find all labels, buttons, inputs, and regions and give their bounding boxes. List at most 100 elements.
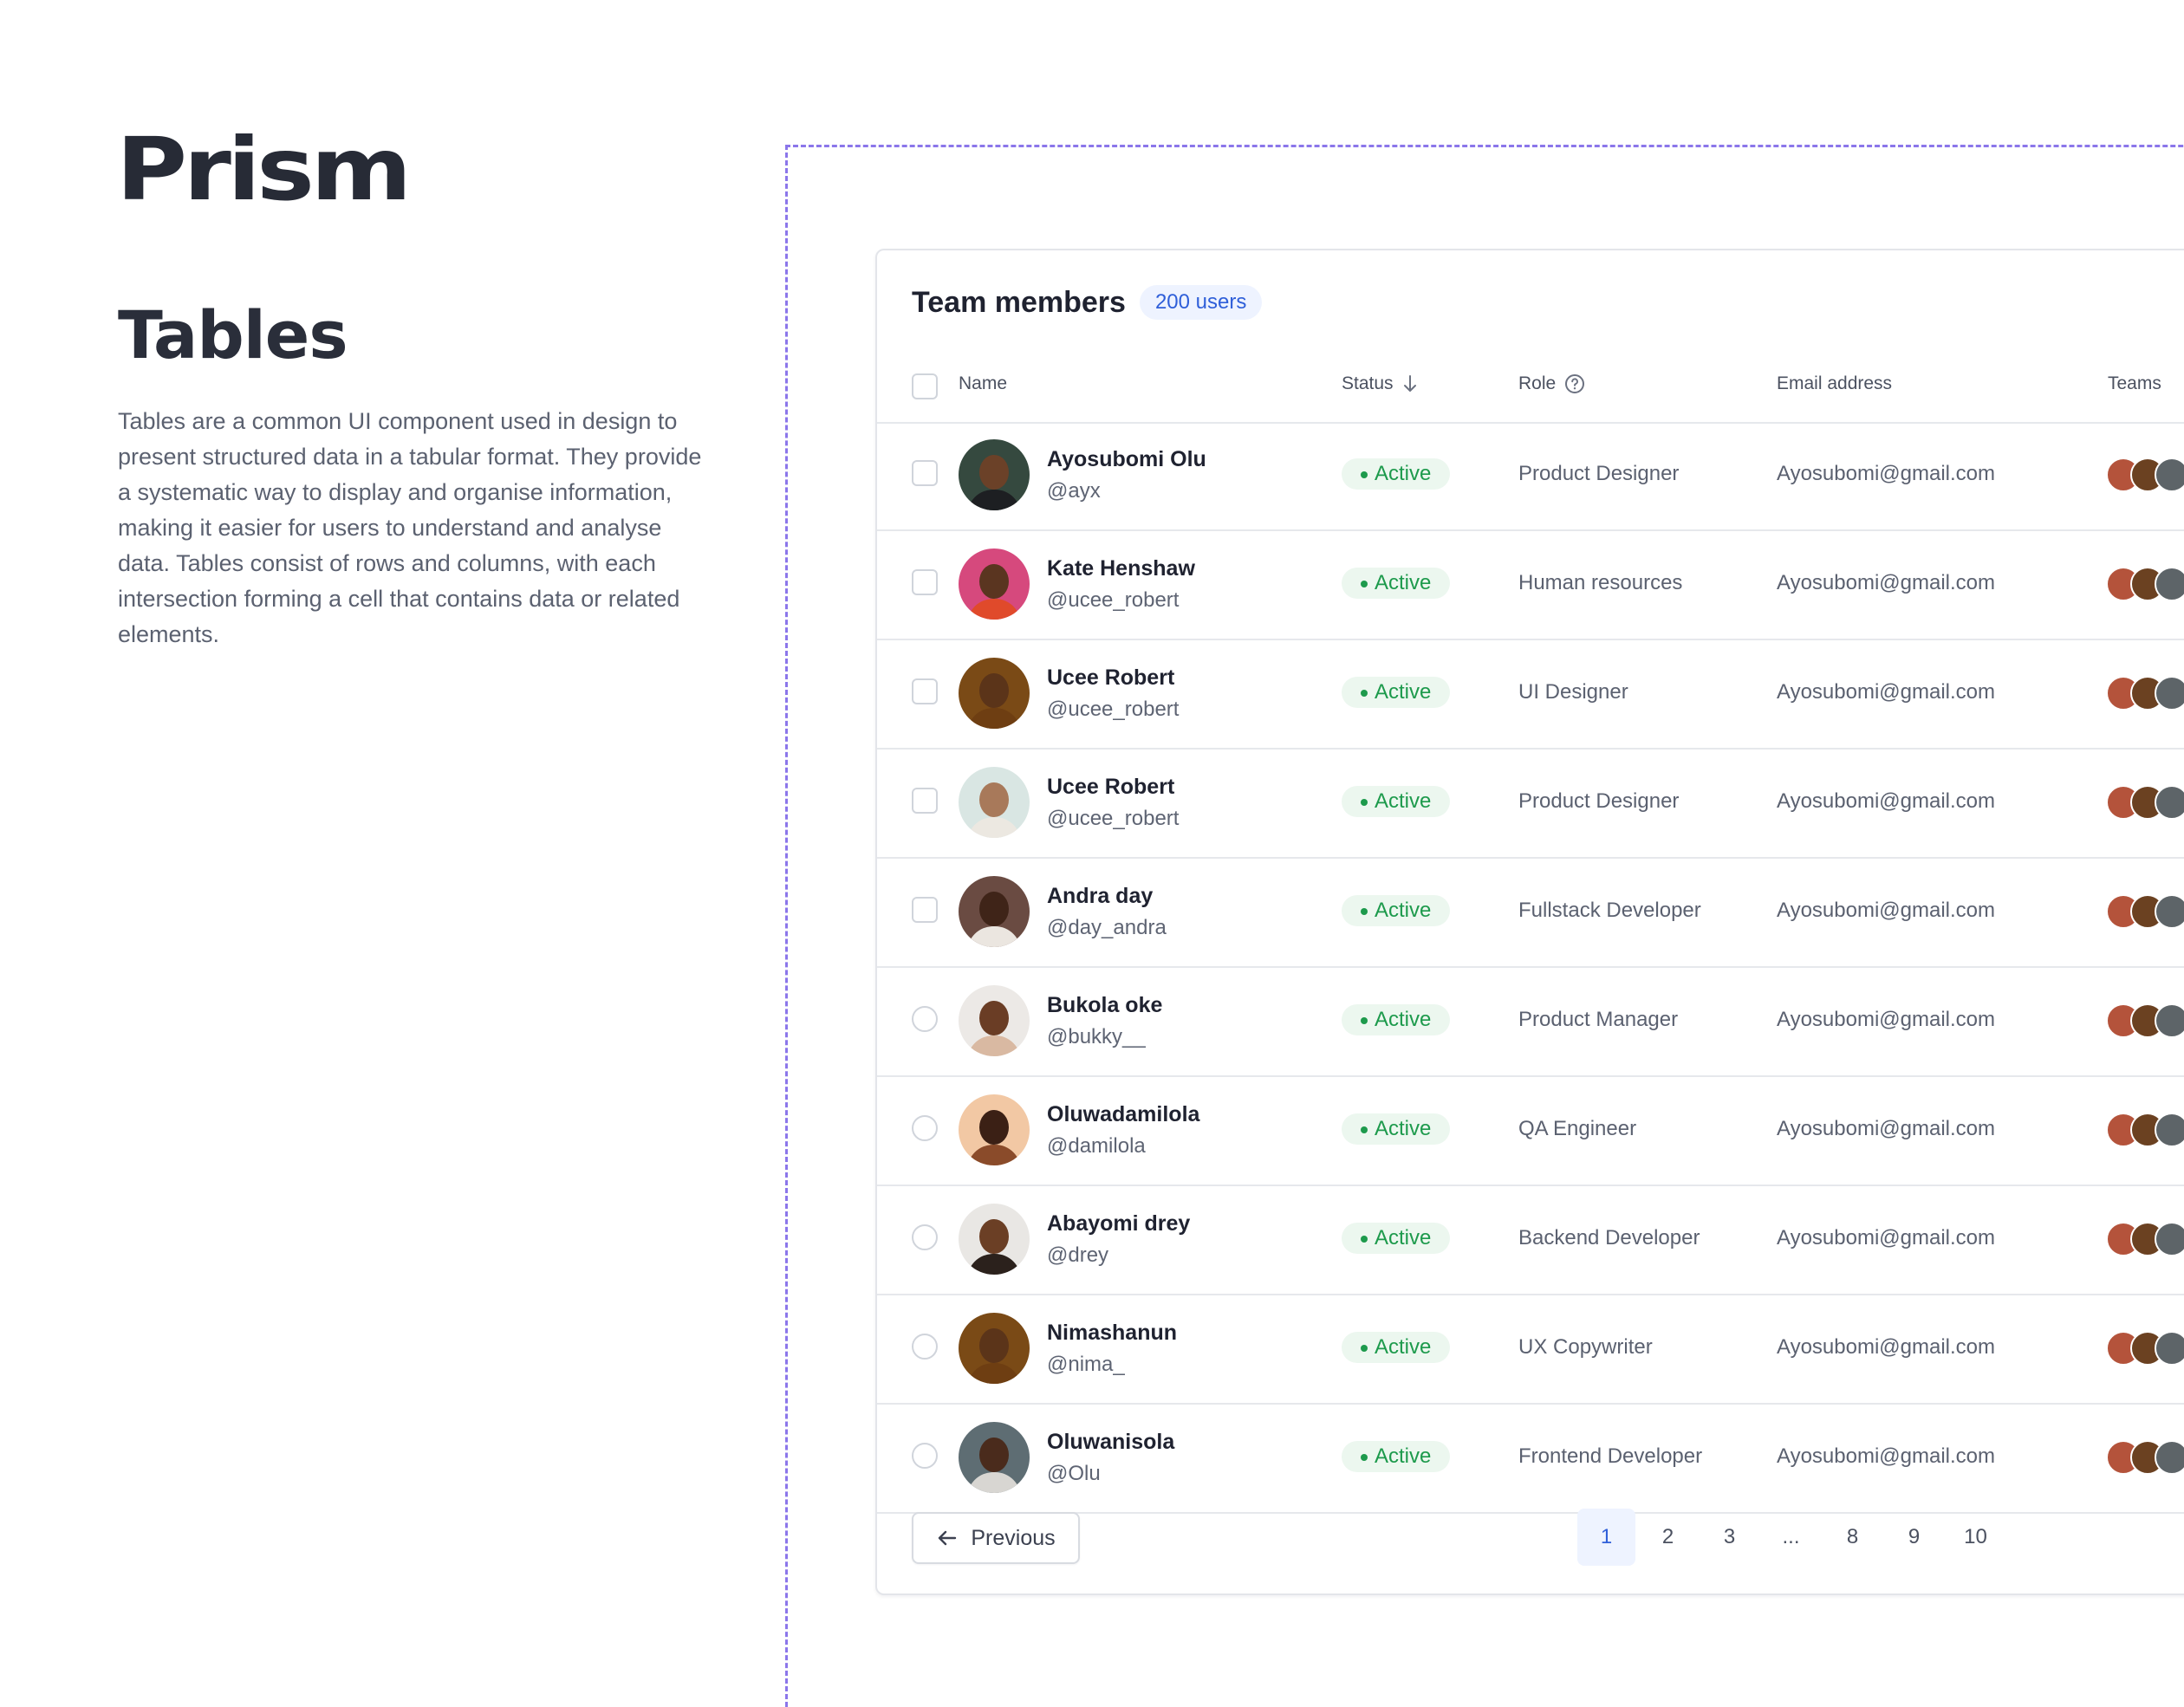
team-avatar bbox=[2155, 1331, 2184, 1366]
table-row[interactable]: Ucee Robert @ucee_robert Active UI Designer… bbox=[877, 640, 2184, 750]
status-label: Active bbox=[1375, 899, 1432, 922]
avatar bbox=[959, 1422, 1030, 1493]
team-avatar bbox=[2155, 1440, 2184, 1475]
status-label: Active bbox=[1375, 462, 1432, 485]
member-email: Ayosubomi@gmail.com bbox=[1777, 1117, 1996, 1140]
avatar-body bbox=[967, 1145, 1021, 1165]
row-checkbox[interactable] bbox=[912, 897, 938, 923]
team-avatars bbox=[2106, 1222, 2184, 1258]
avatar bbox=[959, 1204, 1030, 1275]
member-handle: @ucee_robert bbox=[1047, 588, 1180, 612]
team-avatars bbox=[2106, 676, 2184, 712]
status-label: Active bbox=[1375, 680, 1432, 704]
row-radio[interactable] bbox=[912, 1006, 938, 1032]
page-button[interactable]: 1 bbox=[1577, 1509, 1635, 1566]
table-row[interactable]: Andra day @day_andra Active Fullstack Devel… bbox=[877, 859, 2184, 968]
page-button[interactable]: 8 bbox=[1823, 1509, 1882, 1566]
column-label-name: Name bbox=[959, 373, 1008, 393]
avatar bbox=[959, 548, 1030, 620]
status-label: Active bbox=[1375, 1117, 1432, 1140]
arrow-down-icon bbox=[1403, 375, 1416, 392]
column-header-role[interactable]: Role bbox=[1518, 373, 1585, 394]
status-dot-icon bbox=[1361, 908, 1368, 915]
member-role: UX Copywriter bbox=[1518, 1335, 1653, 1359]
page-button[interactable]: 3 bbox=[1700, 1509, 1758, 1566]
member-name: Nimashanun bbox=[1047, 1321, 1178, 1345]
select-all-checkbox[interactable] bbox=[912, 373, 938, 399]
page-button[interactable]: 2 bbox=[1639, 1509, 1697, 1566]
table-row[interactable]: Oluwanisola @Olu Active Frontend Developer A… bbox=[877, 1405, 2184, 1514]
page-button[interactable]: 10 bbox=[1947, 1509, 2005, 1566]
arrow-left-icon bbox=[939, 1530, 957, 1546]
avatar-face bbox=[979, 1328, 1009, 1363]
member-handle: @ucee_robert bbox=[1047, 807, 1180, 830]
row-checkbox[interactable] bbox=[912, 788, 938, 814]
avatar-face bbox=[979, 564, 1009, 599]
status-dot-icon bbox=[1361, 799, 1368, 806]
member-name: Ayosubomi Olu bbox=[1047, 447, 1206, 471]
member-role: Human resources bbox=[1518, 571, 1683, 594]
status-dot-icon bbox=[1361, 690, 1368, 697]
member-role: Product Designer bbox=[1518, 789, 1680, 813]
table-row[interactable]: Abayomi drey @drey Active Backend Developer… bbox=[877, 1186, 2184, 1295]
avatar-face bbox=[979, 892, 1009, 926]
row-radio[interactable] bbox=[912, 1334, 938, 1360]
member-handle: @ucee_robert bbox=[1047, 698, 1180, 721]
table-row[interactable]: Oluwadamilola @damilola Active QA Engineer A… bbox=[877, 1077, 2184, 1186]
member-email: Ayosubomi@gmail.com bbox=[1777, 1008, 1996, 1031]
status-label: Active bbox=[1375, 789, 1432, 813]
column-header-name[interactable]: Name bbox=[959, 373, 1007, 394]
member-role: Backend Developer bbox=[1518, 1226, 1700, 1249]
column-header-email[interactable]: Email address bbox=[1777, 373, 1892, 394]
table-header: Name Status Role Email address Teams bbox=[877, 346, 2184, 424]
status-dot-icon bbox=[1361, 471, 1368, 478]
pagination-ellipsis: ... bbox=[1782, 1525, 1800, 1548]
help-circle-icon[interactable] bbox=[1564, 373, 1585, 394]
row-checkbox[interactable] bbox=[912, 678, 938, 704]
avatar-body bbox=[967, 599, 1021, 620]
team-avatar bbox=[2155, 676, 2184, 711]
team-avatars bbox=[2106, 1113, 2184, 1149]
row-radio[interactable] bbox=[912, 1115, 938, 1141]
status-badge: Active bbox=[1342, 895, 1451, 926]
column-header-teams[interactable]: Teams bbox=[2108, 373, 2161, 394]
member-name: Ucee Robert bbox=[1047, 775, 1175, 799]
avatar-face bbox=[979, 782, 1009, 817]
member-name: Oluwadamilola bbox=[1047, 1102, 1200, 1126]
column-header-status[interactable]: Status bbox=[1342, 373, 1418, 394]
avatar bbox=[959, 658, 1030, 729]
member-handle: @bukky__ bbox=[1047, 1025, 1146, 1048]
row-radio[interactable] bbox=[912, 1443, 938, 1469]
status-label: Active bbox=[1375, 1226, 1432, 1249]
row-checkbox[interactable] bbox=[912, 460, 938, 486]
avatar-face bbox=[979, 1438, 1009, 1472]
member-email: Ayosubomi@gmail.com bbox=[1777, 462, 1996, 485]
table-row[interactable]: Nimashanun @nima_ Active UX Copywriter Ayosu… bbox=[877, 1295, 2184, 1405]
member-handle: @drey bbox=[1047, 1243, 1109, 1267]
page-button[interactable]: 9 bbox=[1885, 1509, 1943, 1566]
row-radio[interactable] bbox=[912, 1224, 938, 1250]
team-avatars bbox=[2106, 567, 2184, 603]
avatar-face bbox=[979, 455, 1009, 490]
team-avatar bbox=[2155, 785, 2184, 820]
table-row[interactable]: Bukola oke @bukky__ Active Product Manager A… bbox=[877, 968, 2184, 1077]
avatar-face bbox=[979, 1110, 1009, 1145]
avatar-body bbox=[967, 817, 1021, 838]
table-row[interactable]: Ayosubomi Olu @ayx Active Product Designer A… bbox=[877, 422, 2184, 531]
status-badge: Active bbox=[1342, 786, 1451, 817]
column-label-status: Status bbox=[1342, 373, 1394, 393]
avatar-body bbox=[967, 1363, 1021, 1384]
previous-page-button[interactable]: Previous bbox=[912, 1512, 1080, 1564]
prism-logo: Prism bbox=[116, 119, 412, 220]
member-name: Bukola oke bbox=[1047, 993, 1163, 1017]
member-name: Oluwanisola bbox=[1047, 1430, 1175, 1454]
member-name: Ucee Robert bbox=[1047, 665, 1175, 690]
member-name: Abayomi drey bbox=[1047, 1211, 1191, 1236]
member-email: Ayosubomi@gmail.com bbox=[1777, 899, 1996, 922]
table-row[interactable]: Kate Henshaw @ucee_robert Active Human reso… bbox=[877, 531, 2184, 640]
avatar-body bbox=[967, 1472, 1021, 1493]
status-badge: Active bbox=[1342, 1004, 1451, 1035]
row-checkbox[interactable] bbox=[912, 569, 938, 595]
table-row[interactable]: Ucee Robert @ucee_robert Active Product Des… bbox=[877, 750, 2184, 859]
avatar bbox=[959, 985, 1030, 1056]
